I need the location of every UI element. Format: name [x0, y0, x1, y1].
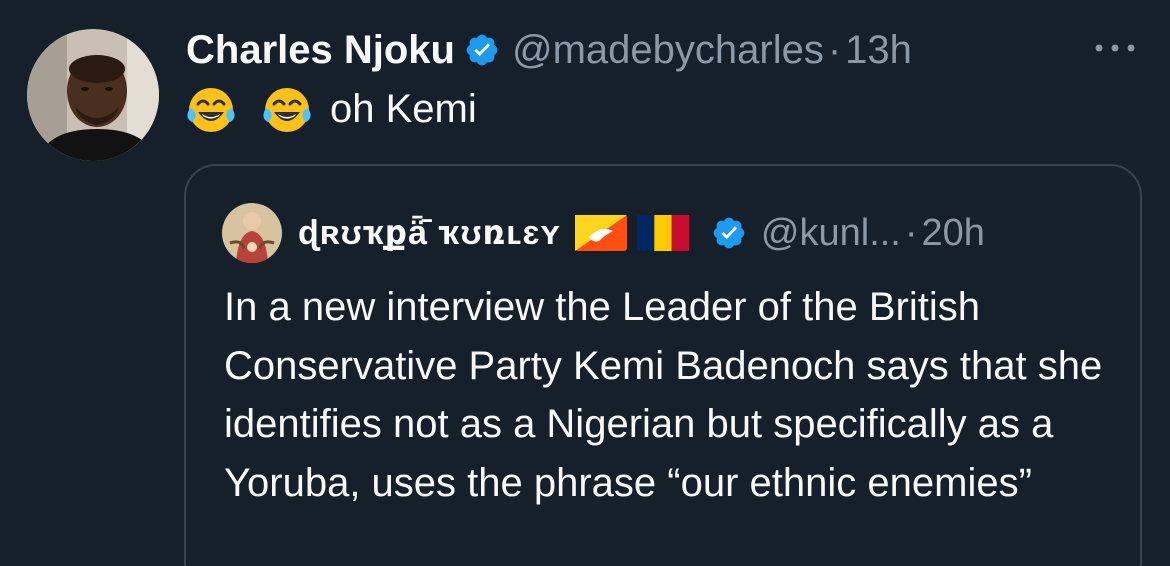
quoted-author-avatar[interactable]	[222, 203, 282, 263]
chad-flag-icon	[636, 215, 689, 251]
more-options-icon[interactable]	[1090, 38, 1140, 58]
author-name[interactable]: Charles Njoku	[186, 28, 455, 73]
quoted-tweet-text: In a new interview the Leader of the Bri…	[224, 285, 1103, 505]
tweet[interactable]: Charles Njoku @madebycharles · 13h oh Ke…	[0, 0, 1170, 566]
tweet-text: oh Kemi	[186, 80, 477, 138]
quoted-author-name[interactable]: ɖʀʊҡքǟ̄ ҡʊռʟɛʏ	[298, 213, 561, 253]
author-avatar[interactable]	[27, 29, 159, 161]
separator-dot: ·	[827, 27, 842, 72]
verified-badge-icon[interactable]	[464, 32, 500, 68]
quoted-verified-badge-icon[interactable]	[711, 215, 747, 251]
quoted-separator-dot: ·	[904, 211, 918, 254]
face-with-tears-of-joy-icon	[262, 84, 312, 134]
tweet-body-text: oh Kemi	[330, 86, 477, 131]
tweet-timestamp[interactable]: 13h	[845, 28, 912, 73]
quoted-tweet[interactable]: ɖʀʊҡքǟ̄ ҡʊռʟɛʏ @kunl... · 20h In a new i…	[184, 164, 1142, 566]
face-with-tears-of-joy-icon	[186, 84, 236, 134]
bhutan-flag-icon	[574, 215, 627, 251]
quoted-author-handle[interactable]: @kunl...	[761, 212, 901, 255]
tweet-header: Charles Njoku @madebycharles · 13h	[186, 22, 912, 78]
quoted-tweet-timestamp[interactable]: 20h	[922, 212, 985, 255]
quoted-tweet-header: ɖʀʊҡքǟ̄ ҡʊռʟɛʏ @kunl... · 20h	[298, 208, 985, 258]
author-handle[interactable]: @madebycharles	[512, 28, 824, 73]
